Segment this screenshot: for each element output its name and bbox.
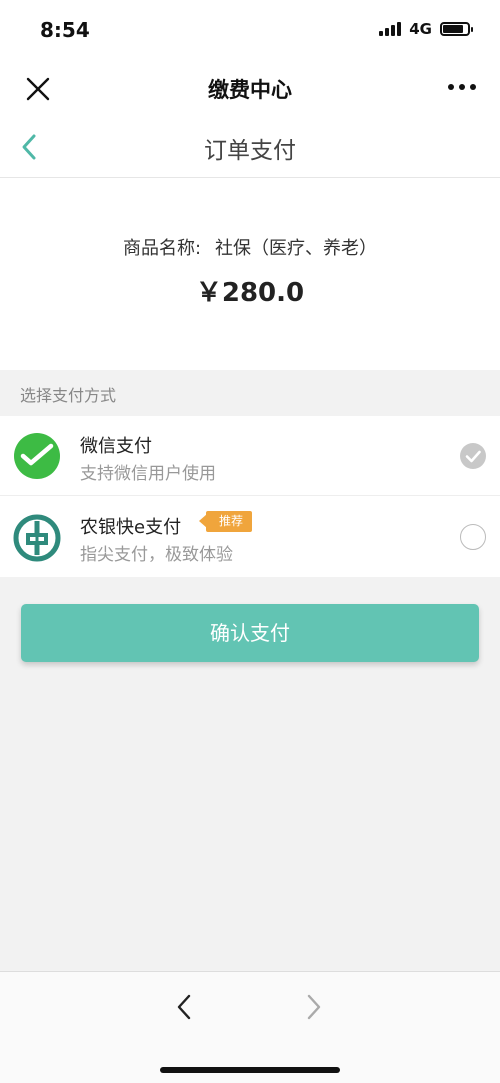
confirm-pay-button[interactable]: 确认支付 <box>21 604 479 662</box>
chevron-right-icon[interactable] <box>302 992 326 1022</box>
home-indicator <box>160 1067 340 1073</box>
status-bar: 8:54 4G <box>0 0 500 60</box>
recommended-badge: 推荐 <box>198 511 253 532</box>
battery-level <box>443 25 464 33</box>
chevron-left-icon[interactable] <box>172 992 196 1022</box>
payment-description: 指尖支付，极致体验 <box>80 545 233 565</box>
status-icons: 4G <box>379 20 473 38</box>
payment-option-abc[interactable]: 农银快e支付 推荐 指尖支付，极致体验 <box>0 497 500 577</box>
check-circle-icon[interactable] <box>460 443 486 469</box>
payment-methods-list: 微信支付 支持微信用户使用 农银快e支付 推荐 指尖支付，极致体验 <box>0 416 500 577</box>
top-nav-bar: 缴费中心 <box>0 60 500 118</box>
product-name-value: 社保（医疗、养老） <box>215 238 378 259</box>
product-card: 商品名称: 社保（医疗、养老） ￥280.0 <box>0 178 500 370</box>
product-name-label: 商品名称: <box>122 238 202 259</box>
abc-bank-icon <box>13 514 61 562</box>
network-type: 4G <box>409 20 432 38</box>
page-title: 缴费中心 <box>208 78 292 102</box>
order-pay-title: 订单支付 <box>204 138 296 164</box>
payment-name: 农银快e支付 <box>80 517 182 538</box>
status-time: 8:54 <box>40 18 90 42</box>
sub-nav-bar: 订单支付 <box>0 118 500 178</box>
wechat-pay-icon <box>14 433 60 479</box>
browser-bottom-bar <box>0 971 500 1083</box>
payment-description: 支持微信用户使用 <box>80 464 216 484</box>
payment-section-label: 选择支付方式 <box>20 386 117 405</box>
payment-name: 微信支付 <box>80 436 152 457</box>
more-icon[interactable] <box>448 84 476 90</box>
payment-option-wechat[interactable]: 微信支付 支持微信用户使用 <box>0 416 500 496</box>
signal-icon <box>379 22 402 36</box>
product-name-line: 商品名称: 社保（医疗、养老） <box>0 234 500 260</box>
price: ￥280.0 <box>195 278 305 308</box>
battery-icon <box>440 22 473 36</box>
radio-unchecked-icon[interactable] <box>460 524 486 550</box>
